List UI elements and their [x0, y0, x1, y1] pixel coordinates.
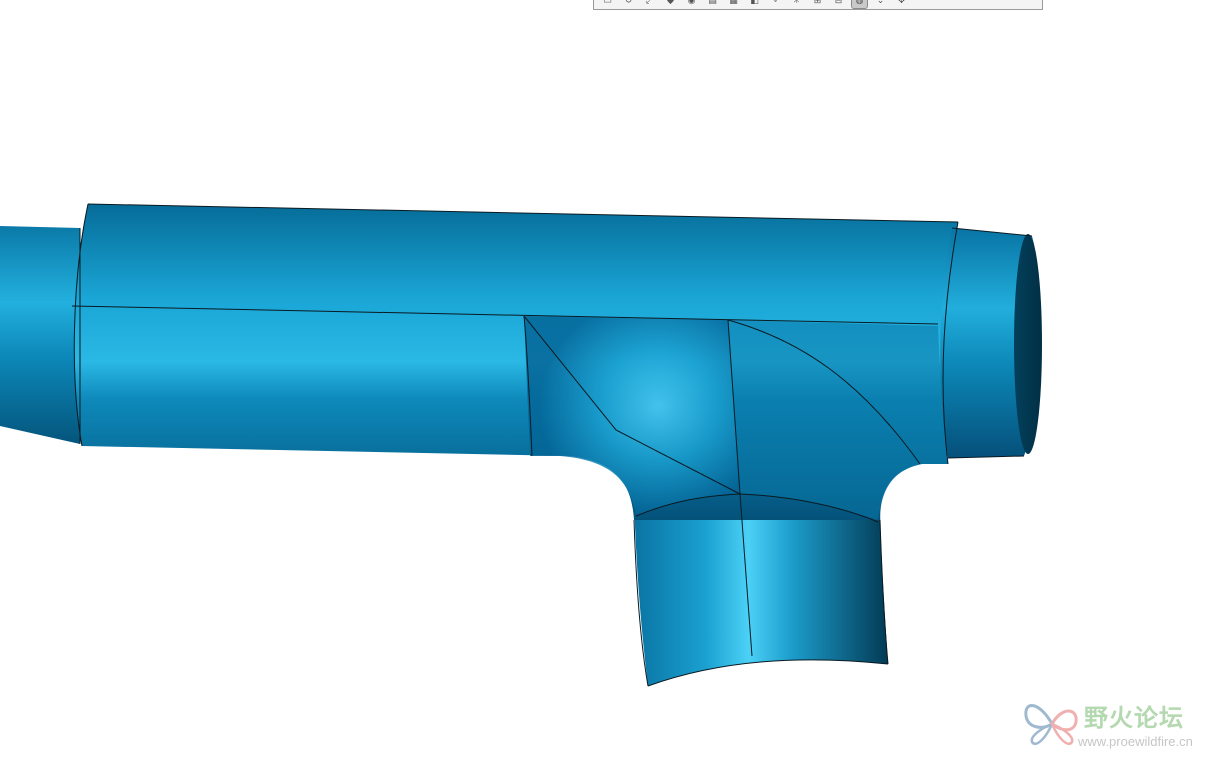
display-style-icon[interactable]: ◆: [663, 0, 678, 8]
left-pipe-surface: [0, 226, 80, 444]
branch-pipe-surface: [634, 500, 888, 686]
annotation-display-icon[interactable]: ⌖: [768, 0, 783, 8]
watermark-url: www.proewildfire.cn: [1078, 734, 1193, 749]
forum-watermark: 野火论坛 www.proewildfire.cn: [1022, 694, 1227, 754]
end-cap-opening: [1014, 234, 1042, 454]
csys-display-icon[interactable]: ⌄: [873, 0, 888, 8]
axis-display-icon[interactable]: ⊟: [831, 0, 846, 8]
datum-display-icon[interactable]: ◧: [747, 0, 762, 8]
spin-center-icon[interactable]: ✳: [789, 0, 804, 8]
junction-blend-surface: [524, 316, 740, 516]
plane-display-icon[interactable]: ⊞: [810, 0, 825, 8]
junction-right-surface: [728, 320, 948, 520]
repaint-icon[interactable]: ↻: [621, 0, 636, 8]
saved-views-icon[interactable]: ▤: [705, 0, 720, 8]
graphics-viewport[interactable]: ▭ ↻ ⤢ ◆ ◉ ▤ ▦ ◧ ⌖ ✳ ⊞ ⊟ ◍ ⌄ ✥ 野火论坛 www.proewildfire.cn: [0, 0, 1232, 760]
view-manager-icon[interactable]: ▦: [726, 0, 741, 8]
butterfly-logo-icon: [1024, 704, 1078, 745]
refit-icon[interactable]: ⤢: [642, 0, 657, 8]
pan-icon[interactable]: ✥: [894, 0, 909, 8]
point-display-icon[interactable]: ◍: [851, 0, 868, 9]
watermark-title: 野火论坛: [1084, 704, 1184, 732]
view-toolbar: ▭ ↻ ⤢ ◆ ◉ ▤ ▦ ◧ ⌖ ✳ ⊞ ⊟ ◍ ⌄ ✥: [593, 0, 1043, 10]
model-3d-view[interactable]: [0, 0, 1232, 760]
view-orient-icon[interactable]: ◉: [684, 0, 699, 8]
zoom-area-icon[interactable]: ▭: [600, 0, 615, 8]
